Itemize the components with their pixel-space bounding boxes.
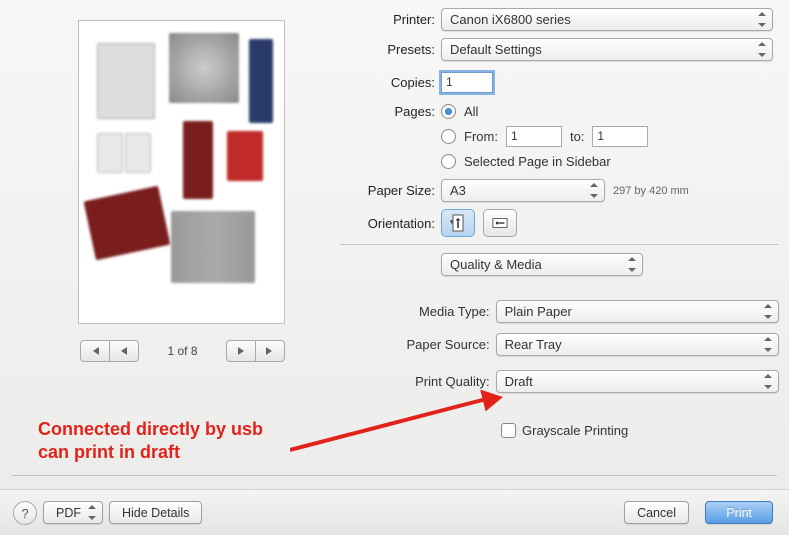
nav-last-button[interactable]	[256, 340, 285, 362]
print-dialog: 1 of 8 Printer: Canon iX6800 series Pres…	[0, 0, 789, 535]
presets-select[interactable]: Default Settings	[441, 38, 773, 61]
pages-from-input[interactable]: 1	[506, 126, 562, 147]
media-type-select[interactable]: Plain Paper	[496, 300, 779, 323]
paper-source-value: Rear Tray	[505, 337, 562, 352]
nav-next-button[interactable]	[226, 340, 256, 362]
paper-source-label: Paper Source:	[360, 337, 496, 352]
portrait-icon	[450, 214, 466, 232]
paper-dimensions: 297 by 420 mm	[613, 185, 689, 197]
pages-all-radio[interactable]	[441, 104, 456, 119]
presets-label: Presets:	[340, 42, 441, 57]
media-type-value: Plain Paper	[505, 304, 572, 319]
hide-details-button[interactable]: Hide Details	[109, 501, 202, 524]
first-icon	[90, 346, 100, 356]
nav-prev-button[interactable]	[110, 340, 139, 362]
presets-value: Default Settings	[450, 42, 542, 57]
orientation-landscape-button[interactable]	[483, 209, 517, 237]
nav-first-button[interactable]	[80, 340, 110, 362]
grayscale-label: Grayscale Printing	[522, 423, 628, 438]
print-quality-value: Draft	[505, 374, 533, 389]
quality-media-section: Media Type: Plain Paper Paper Source: Re…	[360, 300, 779, 448]
pages-label: Pages:	[340, 104, 441, 119]
orientation-label: Orientation:	[340, 216, 441, 231]
media-type-label: Media Type:	[360, 304, 496, 319]
cancel-button[interactable]: Cancel	[624, 501, 689, 524]
print-quality-select[interactable]: Draft	[496, 370, 779, 393]
section-value: Quality & Media	[450, 257, 542, 272]
last-icon	[265, 346, 275, 356]
bottom-divider	[12, 475, 777, 476]
next-icon	[237, 347, 245, 355]
prev-icon	[120, 347, 128, 355]
copies-label: Copies:	[340, 75, 441, 90]
paper-size-select[interactable]: A3	[441, 179, 605, 202]
grayscale-checkbox[interactable]	[501, 423, 516, 438]
help-icon: ?	[21, 506, 28, 521]
pages-all-label: All	[464, 104, 478, 119]
settings-form: Printer: Canon iX6800 series Presets: De…	[340, 8, 779, 283]
paper-size-label: Paper Size:	[340, 183, 441, 198]
pages-selected-radio[interactable]	[441, 154, 456, 169]
page-indicator: 1 of 8	[167, 344, 197, 358]
preview-thumbnails	[79, 21, 284, 323]
print-preview	[78, 20, 285, 324]
paper-source-select[interactable]: Rear Tray	[496, 333, 779, 356]
pages-to-input[interactable]: 1	[592, 126, 648, 147]
printer-select[interactable]: Canon iX6800 series	[441, 8, 773, 31]
printer-value: Canon iX6800 series	[450, 12, 571, 27]
section-select[interactable]: Quality & Media	[441, 253, 643, 276]
pages-selected-label: Selected Page in Sidebar	[464, 154, 611, 169]
preview-nav: 1 of 8	[80, 340, 285, 362]
print-button[interactable]: Print	[705, 501, 773, 524]
pages-to-label: to:	[570, 129, 584, 144]
paper-size-value: A3	[450, 183, 466, 198]
pages-from-label: From:	[464, 129, 498, 144]
landscape-icon	[492, 214, 508, 232]
orientation-portrait-button[interactable]	[441, 209, 475, 237]
printer-label: Printer:	[340, 12, 441, 27]
divider	[340, 244, 779, 245]
pages-from-radio[interactable]	[441, 129, 456, 144]
pdf-label: PDF	[56, 506, 81, 520]
print-quality-label: Print Quality:	[360, 374, 496, 389]
pdf-menu-button[interactable]: PDF	[43, 501, 103, 524]
help-button[interactable]: ?	[13, 501, 37, 525]
copies-input[interactable]: 1	[441, 72, 493, 93]
